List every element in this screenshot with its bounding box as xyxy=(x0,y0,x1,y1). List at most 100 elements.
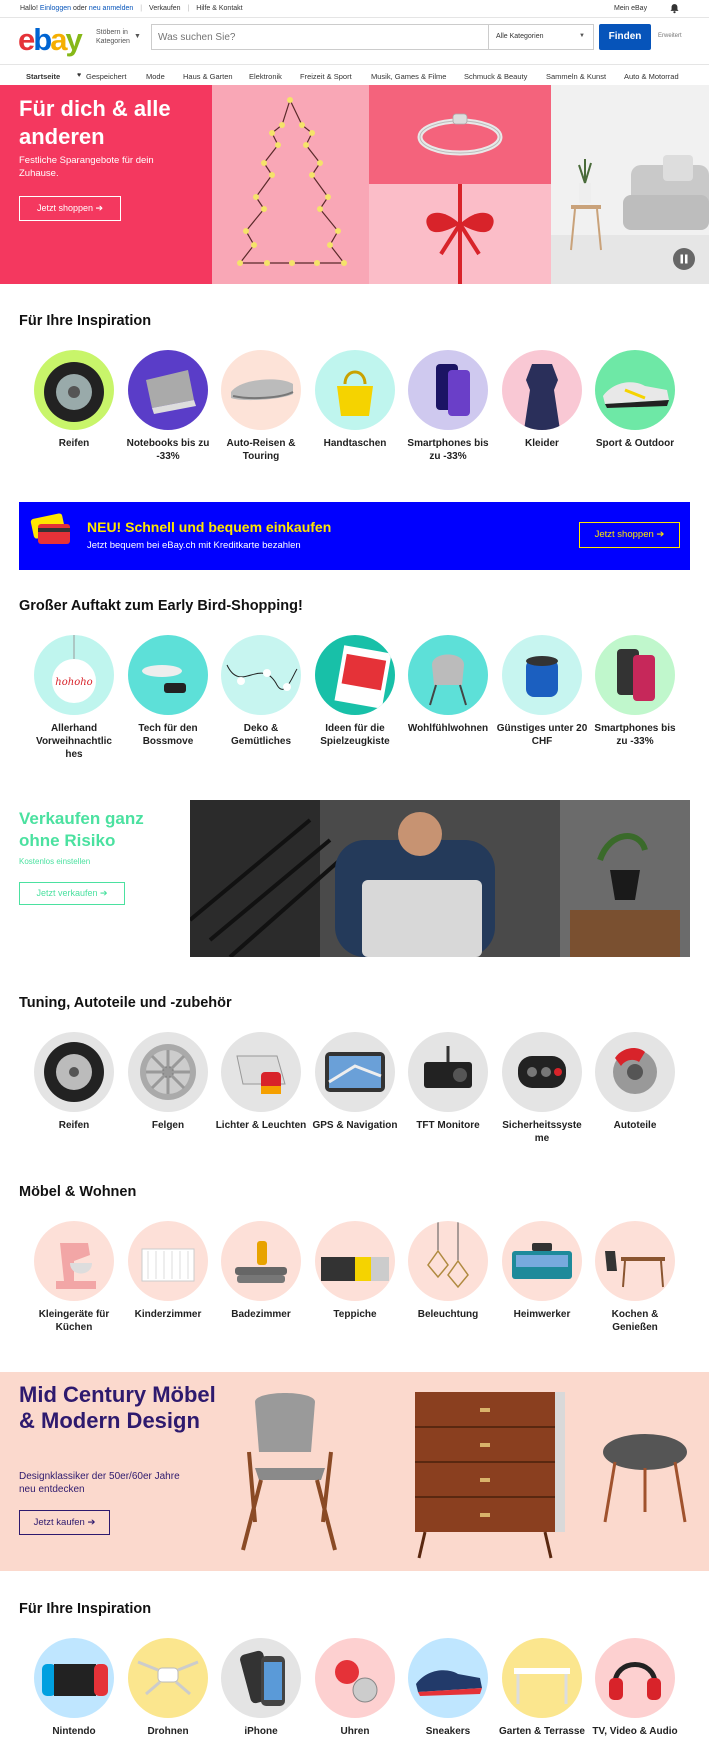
search-box: Alle Kategorien ▼ xyxy=(151,24,594,50)
category-tile-tft[interactable] xyxy=(408,1032,488,1112)
category-label: Garten & Terrasse xyxy=(499,1726,585,1737)
nav-item-schmuck-beauty[interactable]: Schmuck & Beauty xyxy=(464,72,527,81)
section-title-tuning: Tuning, Autoteile und -zubehör xyxy=(19,995,232,1011)
category-tile-spielzeugkiste[interactable] xyxy=(315,635,395,715)
bracelet-image xyxy=(369,85,551,184)
nav-item-auto-motorrad[interactable]: Auto & Motorrad xyxy=(624,72,679,81)
category-label: Autoteile xyxy=(613,1120,657,1131)
category-tile-deko[interactable] xyxy=(221,635,301,715)
category-tile-autoteile[interactable] xyxy=(595,1032,675,1112)
greeting-text: Hallo! xyxy=(20,5,38,12)
category-tile-notebooks[interactable] xyxy=(128,350,208,430)
banner-shop-button[interactable]: Jetzt shoppen ➔ xyxy=(579,522,680,548)
shop-by-category-button[interactable]: Stöbern in Kategorien xyxy=(96,28,136,46)
or-text: oder xyxy=(72,5,87,12)
man-with-laptop-image xyxy=(188,800,690,959)
category-tile-reifen[interactable] xyxy=(34,350,114,430)
category-label: Sport & Outdoor xyxy=(595,438,675,449)
credit-card-icon xyxy=(30,513,70,544)
nav-item-freizeit-sport[interactable]: Freizeit & Sport xyxy=(300,72,352,81)
category-label: Auto-Reisen & Touring xyxy=(226,438,296,462)
category-label: Nintendo xyxy=(52,1726,96,1737)
section-title-inspiration: Für Ihre Inspiration xyxy=(19,313,152,329)
category-label: Lichter & Leuchten xyxy=(215,1120,307,1131)
hero-banner[interactable]: Für dich & alle anderen Festliche Sparan… xyxy=(0,85,709,284)
sell-link[interactable]: Verkaufen xyxy=(149,5,181,12)
sell-title: Verkaufen ganz ohne Risiko xyxy=(19,809,144,850)
sell-now-button[interactable]: Jetzt verkaufen ➔ xyxy=(19,882,125,905)
category-tile-tech[interactable] xyxy=(128,635,208,715)
nav-item-sammeln-kunst[interactable]: Sammeln & Kunst xyxy=(546,72,606,81)
category-tile-gps[interactable] xyxy=(315,1032,395,1112)
header: ebay Stöbern in Kategorien ▼ Alle Katego… xyxy=(0,18,709,63)
category-label: Sicherheitssyste me xyxy=(502,1120,582,1144)
advanced-search-link[interactable]: Erweitert xyxy=(658,33,682,39)
category-tile-handtaschen[interactable] xyxy=(315,350,395,430)
category-tile-tv-video-audio[interactable] xyxy=(595,1638,675,1718)
search-input[interactable] xyxy=(158,25,478,49)
pause-button[interactable] xyxy=(673,248,695,270)
category-label: Heimwerker xyxy=(513,1309,571,1320)
category-label: Reifen xyxy=(58,438,90,449)
category-label: Ideen für die Spielzeugkiste xyxy=(320,723,390,747)
nav-item-mode[interactable]: Mode xyxy=(146,72,165,81)
notification-bell-icon[interactable] xyxy=(669,3,680,14)
find-button[interactable]: Finden xyxy=(599,24,651,50)
category-label: Kleider xyxy=(525,438,559,449)
nav-item-gespeichert[interactable]: Gespeichert xyxy=(86,72,126,81)
separator: | xyxy=(187,5,190,12)
category-tile-beleuchtung[interactable] xyxy=(408,1221,488,1301)
category-label: Uhren xyxy=(340,1726,370,1737)
my-ebay-link[interactable]: Mein eBay xyxy=(614,5,647,12)
category-tile-iphone[interactable] xyxy=(221,1638,301,1718)
category-label: Reifen xyxy=(58,1120,90,1131)
category-tile-sport-outdoor[interactable] xyxy=(595,350,675,430)
buy-now-button[interactable]: Jetzt kaufen ➔ xyxy=(19,1510,110,1535)
category-tile-kleingeraete[interactable] xyxy=(34,1221,114,1301)
category-label: GPS & Navigation xyxy=(312,1120,398,1131)
help-link[interactable]: Hilfe & Kontakt xyxy=(196,5,242,12)
category-label: Wohlfühlwohnen xyxy=(407,723,489,734)
nav-item-haus-garten[interactable]: Haus & Garten xyxy=(183,72,233,81)
category-tile-heimwerker[interactable] xyxy=(502,1221,582,1301)
category-tile-vorweihnachtliches[interactable]: hohoho xyxy=(34,635,114,715)
hero-shop-button[interactable]: Jetzt shoppen ➔ xyxy=(19,196,121,221)
category-tile-uhren[interactable] xyxy=(315,1638,395,1718)
banner-subtitle: Jetzt bequem bei eBay.ch mit Kreditkarte… xyxy=(87,540,301,551)
nav-item-musik-games-filme[interactable]: Musik, Games & Filme xyxy=(371,72,446,81)
category-tile-nintendo[interactable] xyxy=(34,1638,114,1718)
category-label: Deko & Gemütliches xyxy=(230,723,292,747)
category-label: Kleingeräte für Küchen xyxy=(38,1309,110,1333)
banner-subtitle: Designklassiker der 50er/60er Jahre neu … xyxy=(19,1471,180,1495)
category-tile-auto-reisen[interactable] xyxy=(221,350,301,430)
category-tile-badezimmer[interactable] xyxy=(221,1221,301,1301)
ebay-logo[interactable]: ebay xyxy=(18,22,83,58)
category-label: Sneakers xyxy=(425,1726,471,1737)
category-tile-smartphones-2[interactable] xyxy=(595,635,675,715)
category-label: Handtaschen xyxy=(323,438,387,449)
section-title-moebel: Möbel & Wohnen xyxy=(19,1184,137,1200)
category-tile-felgen[interactable] xyxy=(128,1032,208,1112)
category-label: TV, Video & Audio xyxy=(592,1726,678,1737)
category-tile-lichter[interactable] xyxy=(221,1032,301,1112)
mid-century-banner[interactable]: Mid Century Möbel & Modern Design Design… xyxy=(0,1372,709,1571)
category-tile-wohlfuehlwohnen[interactable] xyxy=(408,635,488,715)
category-tile-sicherheitssysteme[interactable] xyxy=(502,1032,582,1112)
category-tile-smartphones[interactable] xyxy=(408,350,488,430)
nav-item-elektronik[interactable]: Elektronik xyxy=(249,72,282,81)
login-link[interactable]: Einloggen xyxy=(40,5,71,12)
category-tile-reifen-2[interactable] xyxy=(34,1032,114,1112)
category-label: Teppiche xyxy=(333,1309,377,1320)
category-tile-drohnen[interactable] xyxy=(128,1638,208,1718)
category-tile-teppiche[interactable] xyxy=(315,1221,395,1301)
nav-item-startseite[interactable]: Startseite xyxy=(26,72,60,81)
category-tile-kleider[interactable] xyxy=(502,350,582,430)
category-tile-guenstiges[interactable] xyxy=(502,635,582,715)
category-tile-kinderzimmer[interactable] xyxy=(128,1221,208,1301)
category-tile-kochen[interactable] xyxy=(595,1221,675,1301)
category-tile-garten[interactable] xyxy=(502,1638,582,1718)
category-tile-sneakers[interactable] xyxy=(408,1638,488,1718)
credit-card-banner[interactable]: NEU! Schnell und bequem einkaufen Jetzt … xyxy=(19,502,690,570)
category-select[interactable]: Alle Kategorien ▼ xyxy=(488,25,594,49)
register-link[interactable]: neu anmelden xyxy=(89,5,133,12)
